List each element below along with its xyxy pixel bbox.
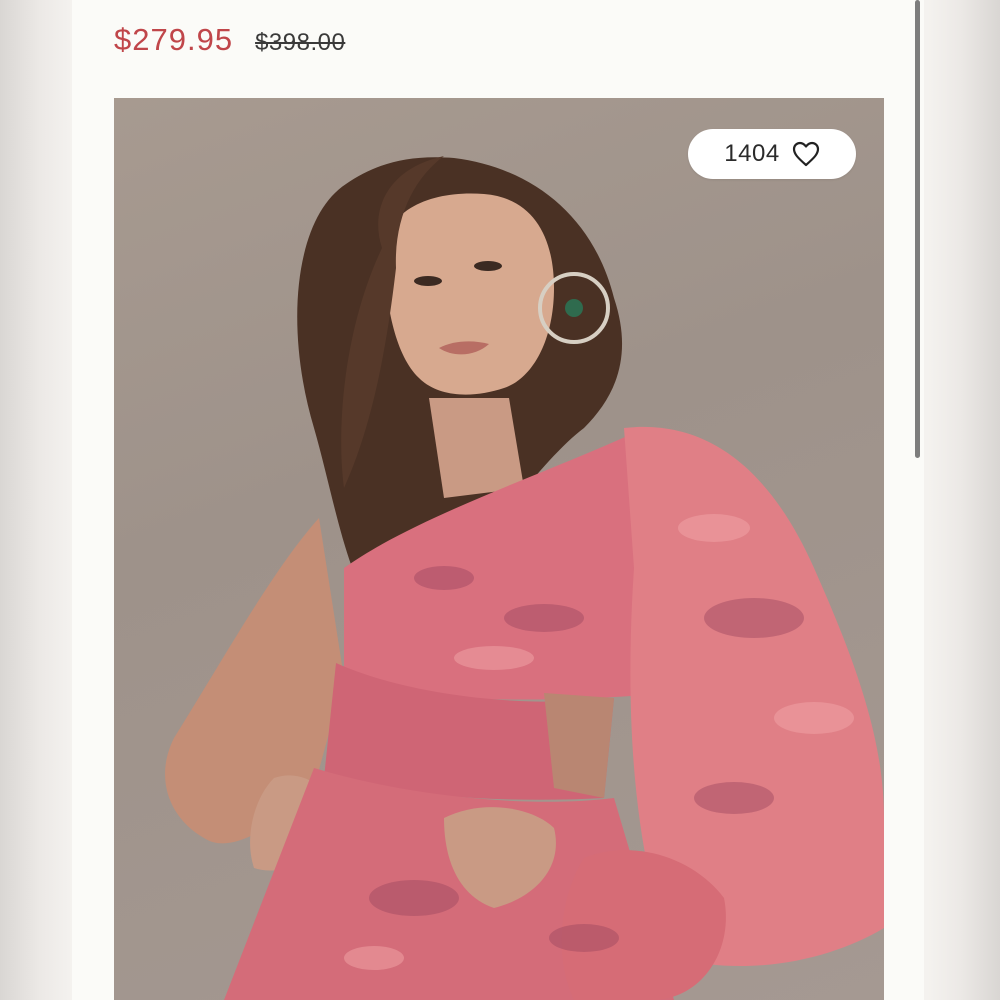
scrollbar[interactable] (915, 0, 920, 458)
product-card: $279.95 $398.00 1404 (72, 0, 924, 1000)
sale-price: $279.95 (114, 22, 234, 57)
price-row: $279.95 $398.00 (114, 22, 345, 58)
product-image[interactable]: 1404 (114, 98, 884, 1000)
heart-outline-icon (792, 141, 820, 167)
like-button[interactable]: 1404 (688, 129, 856, 179)
original-price: $398.00 (255, 29, 346, 56)
product-photo (165, 156, 884, 1000)
like-count: 1404 (724, 140, 780, 167)
